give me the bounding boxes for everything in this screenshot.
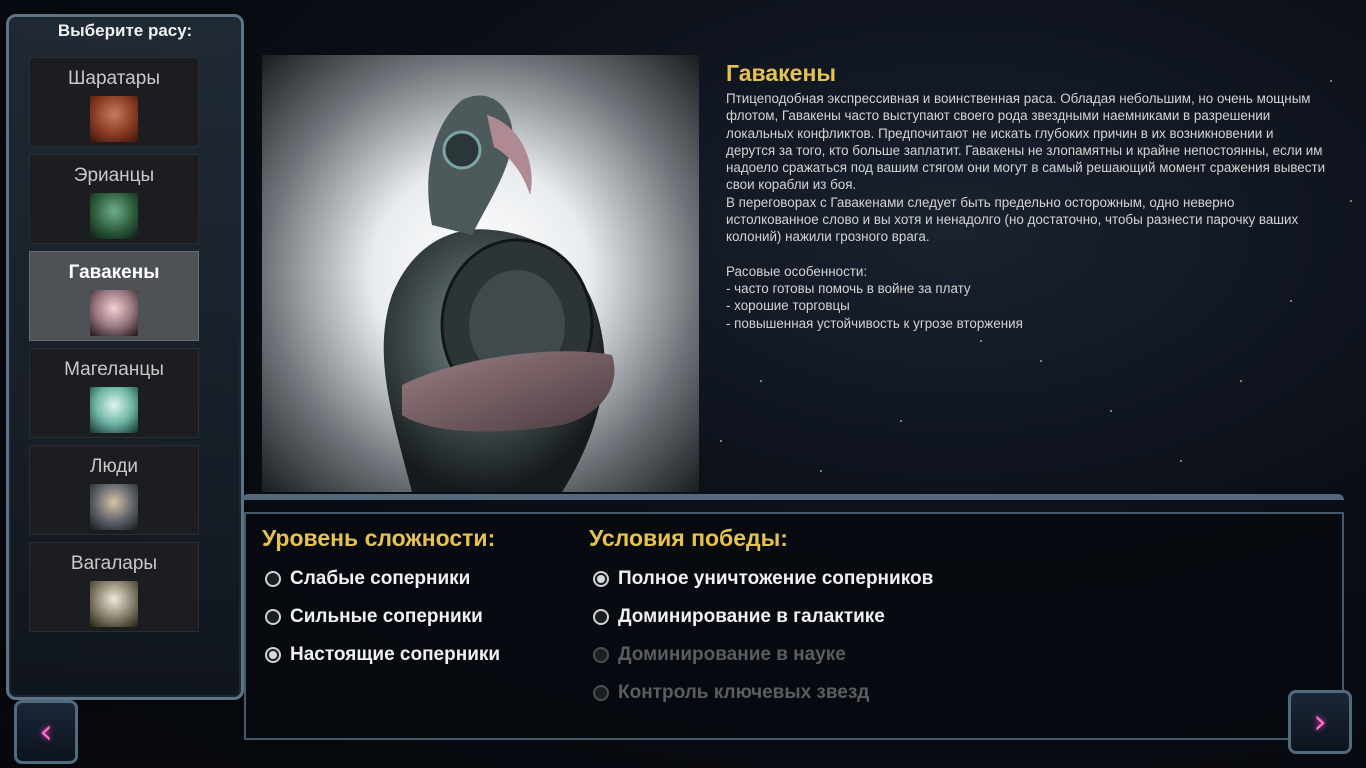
radio-button[interactable] — [593, 609, 609, 625]
traits-heading: Расовые особенности: — [726, 263, 868, 279]
race-item-magelan[interactable]: Магеланцы — [29, 348, 199, 438]
race-name: Вагалары — [70, 553, 158, 574]
race-name: Гавакены — [68, 262, 160, 283]
race-list: Шаратары Эрианцы Гавакены Магеланцы Люди… — [29, 57, 199, 639]
radio-button[interactable] — [265, 609, 281, 625]
human-portrait — [90, 484, 138, 530]
vagalar-portrait — [90, 581, 138, 627]
option-label: Доминирование в галактике — [618, 606, 885, 627]
gavaken-creature-illustration — [383, 95, 615, 492]
race-panel-title: Выберите расу: — [57, 21, 193, 40]
race-item-gavaken[interactable]: Гавакены — [29, 251, 199, 341]
race-name: Магеланцы — [64, 359, 164, 380]
option-label: Полное уничтожение соперников — [618, 568, 934, 589]
difficulty-option-real[interactable]: Настоящие соперники — [265, 643, 500, 667]
race-description: Птицеподобная экспрессивная и воинственн… — [726, 90, 1326, 332]
race-item-human[interactable]: Люди — [29, 445, 199, 535]
trait-item: - часто готовы помочь в войне за плату — [726, 280, 971, 296]
race-name: Эрианцы — [73, 165, 155, 186]
option-label: Слабые соперники — [290, 568, 471, 589]
race-item-erian[interactable]: Эрианцы — [29, 154, 199, 244]
option-label: Контроль ключевых звезд — [618, 682, 870, 703]
erian-portrait — [90, 193, 138, 239]
chevron-left-icon: ‹ — [39, 712, 53, 752]
option-label: Сильные соперники — [290, 606, 483, 627]
radio-button-disabled — [593, 685, 609, 701]
race-item-sharatar[interactable]: Шаратары — [29, 57, 199, 147]
race-name: Шаратары — [68, 68, 160, 89]
sharatar-portrait — [90, 96, 138, 142]
radio-button-selected[interactable] — [593, 571, 609, 587]
victory-heading: Условия победы: — [589, 525, 788, 551]
radio-button-disabled — [593, 647, 609, 663]
trait-item: - повышенная устойчивость к угрозе вторж… — [726, 315, 1023, 331]
gavaken-portrait — [90, 290, 138, 336]
previous-button[interactable]: ‹ — [14, 700, 78, 764]
option-label: Доминирование в науке — [618, 644, 846, 665]
magelan-portrait — [90, 387, 138, 433]
option-label: Настоящие соперники — [290, 644, 501, 665]
difficulty-heading: Уровень сложности: — [262, 525, 496, 551]
description-paragraph: Птицеподобная экспрессивная и воинственн… — [726, 91, 1326, 193]
difficulty-option-weak[interactable]: Слабые соперники — [265, 567, 470, 591]
victory-option-galaxy-domination[interactable]: Доминирование в галактике — [593, 605, 885, 629]
victory-option-key-stars: Контроль ключевых звезд — [593, 681, 869, 705]
race-name: Люди — [89, 456, 138, 477]
chevron-right-icon: › — [1313, 702, 1327, 742]
radio-button-selected[interactable] — [265, 647, 281, 663]
race-portrait-large — [262, 55, 699, 492]
race-title: Гавакены — [726, 60, 836, 86]
radio-button[interactable] — [265, 571, 281, 587]
difficulty-option-strong[interactable]: Сильные соперники — [265, 605, 483, 629]
next-button[interactable]: › — [1288, 690, 1352, 754]
trait-item: - хорошие торговцы — [726, 298, 850, 314]
victory-option-annihilation[interactable]: Полное уничтожение соперников — [593, 567, 933, 591]
victory-option-science-domination: Доминирование в науке — [593, 643, 846, 667]
race-item-vagalar[interactable]: Вагалары — [29, 542, 199, 632]
description-paragraph: В переговорах с Гавакенами следует быть … — [726, 194, 1299, 245]
race-selection-panel: Выберите расу: Шаратары Эрианцы Гавакены… — [6, 14, 244, 700]
